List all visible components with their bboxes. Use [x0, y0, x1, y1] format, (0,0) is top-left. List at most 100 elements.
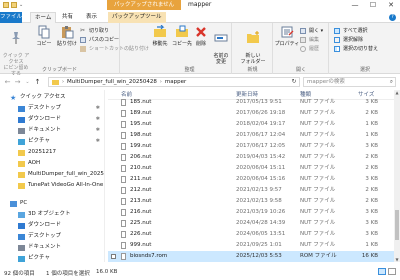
sidebar-item[interactable]: デスクトップ ✱ [0, 103, 104, 114]
organize-group-label: 整理 [184, 67, 195, 73]
scroll-thumb[interactable] [395, 210, 399, 240]
file-row[interactable]: 211.nut 2020/06/04 15:16 NUT ファイル 3 KB [108, 174, 394, 185]
details-view-button[interactable] [378, 268, 386, 275]
edit-button[interactable]: 編集 [300, 36, 319, 44]
tab-view[interactable]: 表示 [82, 12, 101, 23]
copy-path-button[interactable]: パスのコピー [80, 36, 119, 44]
invert-selection-button[interactable]: 選択の切り替え [334, 45, 378, 53]
minimize-button[interactable]: — [346, 0, 364, 11]
recent-locations-button[interactable]: ⌄ [23, 77, 32, 87]
sidebar-item[interactable]: PC [0, 198, 104, 209]
file-row[interactable]: 212.nut 2021/02/13 9:57 NUT ファイル 2 KB [108, 185, 394, 196]
sidebar-item[interactable]: ダウンロード ✱ [0, 114, 104, 125]
pane-splitter[interactable] [104, 90, 105, 262]
file-row[interactable]: 185.nut 2017/05/13 9:51 NUT ファイル 3 KB [108, 97, 394, 108]
file-size: 2 KB [365, 154, 378, 160]
copy-button[interactable]: コピー [32, 25, 56, 47]
refresh-button[interactable]: ↻ [289, 78, 299, 86]
breadcrumb-item[interactable]: MultiDumper_full_win_20250428 [67, 79, 157, 85]
sidebar-item[interactable]: ダウンロード [0, 220, 104, 231]
open-button[interactable]: 開く ▾ [300, 27, 323, 35]
rename-button[interactable]: 名前の 変更 [210, 25, 232, 65]
file-size: 3 KB [365, 231, 378, 237]
file-icon [121, 121, 126, 128]
file-row[interactable]: biosnds7.rom 2025/12/03 5:53 ROM ファイル 16 KB [108, 251, 394, 262]
file-name: 198.nut [130, 132, 152, 138]
paste-shortcut-button[interactable]: ショートカットの貼り付け [80, 45, 149, 53]
file-row[interactable]: 225.nut 2024/04/28 14:39 NUT ファイル 3 KB [108, 218, 394, 229]
star-icon: ★ [10, 94, 17, 102]
copy-to-button[interactable]: コピー先 [170, 25, 194, 47]
selection-checkbox[interactable] [111, 254, 116, 259]
properties-quick-icon[interactable] [3, 2, 9, 8]
search-input[interactable]: mapperの検索 ⌕ [303, 77, 396, 87]
new-folder-quick-icon[interactable] [11, 2, 17, 8]
quick-access-toolbar[interactable]: ⌄ [3, 2, 24, 8]
file-type: NUT ファイル [300, 187, 336, 193]
file-row[interactable]: 206.nut 2019/04/03 15:42 NUT ファイル 2 KB [108, 152, 394, 163]
sidebar-item[interactable]: AOH [0, 158, 104, 169]
file-row[interactable]: 216.nut 2021/03/19 10:26 NUT ファイル 3 KB [108, 207, 394, 218]
properties-button[interactable]: プロパティ [274, 25, 300, 47]
ribbon: クイック アクセス にピン留めする コピー 貼り付け ✂ 切り取り パスのコピー… [0, 23, 400, 77]
cut-button[interactable]: ✂ 切り取り [80, 27, 109, 35]
file-icon [121, 154, 126, 161]
history-button[interactable]: 履歴 [300, 45, 319, 53]
vertical-scrollbar[interactable]: ▲ ▼ [394, 90, 400, 262]
file-row[interactable]: 226.nut 2024/06/05 13:51 NUT ファイル 3 KB [108, 229, 394, 240]
file-row[interactable]: 195.nut 2018/02/04 19:17 NUT ファイル 1 KB [108, 119, 394, 130]
file-date: 2024/06/05 13:51 [236, 231, 286, 237]
back-button[interactable]: ← [3, 77, 12, 87]
sidebar-item-label: 20251217 [28, 149, 56, 155]
file-row[interactable]: 198.nut 2017/06/17 12:04 NUT ファイル 1 KB [108, 130, 394, 141]
pc-icon [10, 201, 17, 207]
scroll-up-button[interactable]: ▲ [394, 90, 400, 95]
file-date: 2017/05/13 9:51 [236, 99, 282, 105]
picture-icon [18, 256, 25, 262]
delete-button[interactable]: 削除 [192, 25, 210, 47]
sidebar-item-label: MultiDumper_full_win_2025042 [28, 171, 104, 177]
paste-button[interactable]: 貼り付け [55, 25, 79, 47]
file-row[interactable]: 189.nut 2017/06/26 19:18 NUT ファイル 2 KB [108, 108, 394, 119]
select-all-button[interactable]: すべて選択 [334, 27, 367, 35]
customize-toolbar-icon[interactable]: ⌄ [19, 2, 24, 8]
close-button[interactable]: ✕ [382, 0, 400, 11]
move-to-button[interactable]: 移動先 [148, 25, 172, 47]
forward-button[interactable]: → [13, 77, 22, 87]
breadcrumb-item-current[interactable]: mapper [165, 79, 186, 85]
file-icon [121, 176, 126, 183]
file-row[interactable]: 210.nut 2020/06/04 15:11 NUT ファイル 2 KB [108, 163, 394, 174]
help-icon[interactable]: ? [389, 14, 396, 21]
sidebar-item[interactable]: デスクトップ [0, 231, 104, 242]
file-icon [121, 143, 126, 150]
file-row[interactable]: 213.nut 2021/02/13 9:58 NUT ファイル 2 KB [108, 196, 394, 207]
select-group: すべて選択 選択解除 選択の切り替え 選択 [330, 23, 400, 74]
select-none-button[interactable]: 選択解除 [334, 36, 363, 44]
new-folder-button[interactable]: 新しい フォルダー [237, 25, 269, 65]
selection-size: 16.0 KB [96, 269, 118, 275]
tab-manage[interactable]: パックアップツール [108, 12, 166, 23]
sidebar-item[interactable]: ピクチャ ✱ [0, 136, 104, 147]
file-list[interactable]: 名前 更新日時 種類 サイズ 185.nut 2017/05/13 9:51 NUT… [108, 90, 394, 262]
sidebar-item[interactable]: ドキュメント ✱ [0, 125, 104, 136]
sidebar-item[interactable]: TunePat VideoGo All-In-One [0, 180, 104, 191]
tab-share[interactable]: 共有 [58, 12, 77, 23]
sidebar-item[interactable]: ★ クイック アクセス [0, 92, 104, 103]
file-row[interactable]: 199.nut 2017/06/17 12:05 NUT ファイル 3 KB [108, 141, 394, 152]
scroll-down-button[interactable]: ▼ [394, 257, 400, 262]
sidebar-item[interactable]: ピクチャ [0, 253, 104, 262]
paste-shortcut-icon [80, 46, 86, 52]
folder-icon [18, 172, 25, 178]
large-icons-view-button[interactable] [388, 268, 396, 275]
up-button[interactable]: ↑ [33, 77, 42, 87]
maximize-button[interactable]: ☐ [364, 0, 382, 11]
sidebar-item[interactable]: ドキュメント [0, 242, 104, 253]
address-bar[interactable]: › MultiDumper_full_win_20250428 › mapper… [48, 77, 300, 87]
sidebar-item[interactable]: MultiDumper_full_win_2025042 [0, 169, 104, 180]
tab-file[interactable]: ファイル [0, 12, 22, 23]
sidebar-item[interactable]: 3D オブジェクト [0, 209, 104, 220]
navigation-pane[interactable]: ★ クイック アクセス デスクトップ ✱ ダウンロード ✱ ドキュメント ✱ ピクチャ ✱ 2025… [0, 90, 104, 262]
sidebar-item-label: 3D オブジェクト [28, 211, 71, 217]
sidebar-item[interactable]: 20251217 [0, 147, 104, 158]
file-row[interactable]: 999.nut 2021/09/25 1:01 NUT ファイル 1 KB [108, 240, 394, 251]
